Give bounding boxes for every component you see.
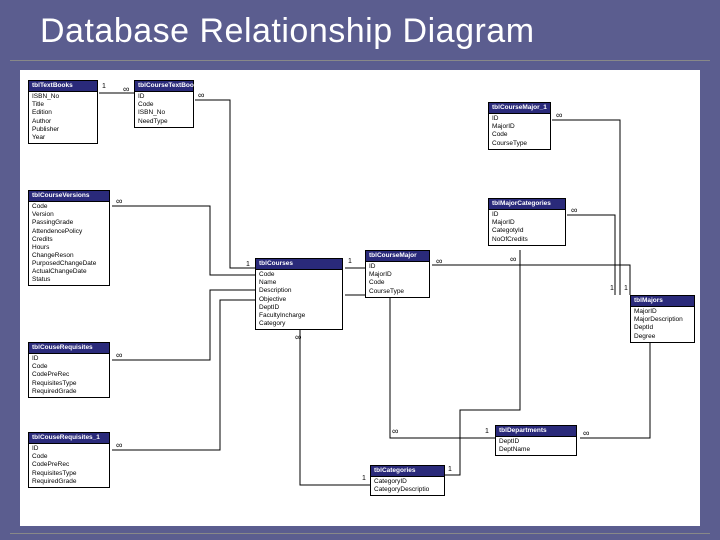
cardinality-many: ∞ bbox=[436, 256, 442, 266]
table-fields: ID MajorID Code CourseType bbox=[366, 262, 429, 297]
table-fields: Code Version PassingGrade AttendencePoli… bbox=[29, 202, 109, 285]
cardinality-many: ∞ bbox=[198, 90, 204, 100]
table-fields: ID MajorID Code CourseType bbox=[489, 114, 550, 149]
table-tblCourses[interactable]: tblCourses Code Name Description Objecti… bbox=[255, 258, 343, 330]
table-header: tblCourseTextBooks bbox=[135, 81, 193, 92]
table-header: tblCategories bbox=[371, 466, 444, 477]
table-header: tblCouseRequisites bbox=[29, 343, 109, 354]
table-header: tblMajorCategories bbox=[489, 199, 565, 210]
table-fields: Code Name Description Objective DeptID F… bbox=[256, 270, 342, 329]
cardinality-many: ∞ bbox=[392, 426, 398, 436]
cardinality-one: 1 bbox=[624, 285, 628, 292]
table-header: tblCourseVersions bbox=[29, 191, 109, 202]
table-tblCategories[interactable]: tblCategories CategoryID CategoryDescrip… bbox=[370, 465, 445, 496]
table-fields: ISBN_No Title Edition Author Publisher Y… bbox=[29, 92, 97, 143]
table-fields: CategoryID CategoryDescriptio bbox=[371, 477, 444, 495]
page-title: Database Relationship Diagram bbox=[0, 0, 720, 59]
table-tblMajorCategories[interactable]: tblMajorCategories ID MajorID CategotyId… bbox=[488, 198, 566, 246]
table-tblCourseMajor[interactable]: tblCourseMajor ID MajorID Code CourseTyp… bbox=[365, 250, 430, 298]
decorative-border bbox=[10, 533, 710, 534]
table-fields: ID Code CodePreRec RequisitesType Requir… bbox=[29, 354, 109, 397]
cardinality-one: 1 bbox=[448, 466, 452, 473]
table-header: tblCourseMajor_1 bbox=[489, 103, 550, 114]
table-tblCourseVersions[interactable]: tblCourseVersions Code Version PassingGr… bbox=[28, 190, 110, 286]
table-fields: ID Code CodePreRec RequisitesType Requir… bbox=[29, 444, 109, 487]
cardinality-many: ∞ bbox=[556, 110, 562, 120]
cardinality-many: ∞ bbox=[571, 205, 577, 215]
table-tblMajors[interactable]: tblMajors MajorID MajorDescription DeptI… bbox=[630, 295, 695, 343]
cardinality-many: ∞ bbox=[116, 196, 122, 206]
table-fields: ID Code ISBN_No NeedType bbox=[135, 92, 193, 127]
cardinality-one: 1 bbox=[102, 83, 106, 90]
cardinality-one: 1 bbox=[246, 261, 250, 268]
table-header: tblCourseMajor bbox=[366, 251, 429, 262]
table-fields: DeptID DeptName bbox=[496, 437, 576, 455]
cardinality-many: ∞ bbox=[510, 254, 516, 264]
table-fields: MajorID MajorDescription DeptId Degree bbox=[631, 307, 694, 342]
cardinality-many: ∞ bbox=[123, 84, 129, 94]
table-tblCourseTextBooks[interactable]: tblCourseTextBooks ID Code ISBN_No NeedT… bbox=[134, 80, 194, 128]
decorative-border bbox=[10, 60, 710, 61]
cardinality-many: ∞ bbox=[116, 350, 122, 360]
table-header: tblMajors bbox=[631, 296, 694, 307]
table-tblCouseRequisites_1[interactable]: tblCouseRequisites_1 ID Code CodePreRec … bbox=[28, 432, 110, 488]
table-header: tblTextBooks bbox=[29, 81, 97, 92]
cardinality-one: 1 bbox=[348, 258, 352, 265]
table-tblCourseMajor_1[interactable]: tblCourseMajor_1 ID MajorID Code CourseT… bbox=[488, 102, 551, 150]
cardinality-one: 1 bbox=[610, 285, 614, 292]
cardinality-many: ∞ bbox=[295, 332, 301, 342]
table-tblCouseRequisites[interactable]: tblCouseRequisites ID Code CodePreRec Re… bbox=[28, 342, 110, 398]
cardinality-one: 1 bbox=[362, 475, 366, 482]
table-tblDepartments[interactable]: tblDepartments DeptID DeptName bbox=[495, 425, 577, 456]
diagram-canvas: 1 ∞ ∞ ∞ ∞ ∞ 1 1 ∞ ∞ 1 ∞ ∞ 1 1 ∞ 1 ∞ 1 ∞ … bbox=[20, 70, 700, 526]
table-header: tblDepartments bbox=[496, 426, 576, 437]
slide-background: Database Relationship Diagram bbox=[0, 0, 720, 540]
cardinality-many: ∞ bbox=[116, 440, 122, 450]
connections-layer bbox=[20, 70, 700, 526]
table-fields: ID MajorID CategotyId NoOfCredits bbox=[489, 210, 565, 245]
cardinality-many: ∞ bbox=[583, 428, 589, 438]
table-header: tblCouseRequisites_1 bbox=[29, 433, 109, 444]
cardinality-one: 1 bbox=[485, 428, 489, 435]
table-tblTextBooks[interactable]: tblTextBooks ISBN_No Title Edition Autho… bbox=[28, 80, 98, 144]
table-header: tblCourses bbox=[256, 259, 342, 270]
